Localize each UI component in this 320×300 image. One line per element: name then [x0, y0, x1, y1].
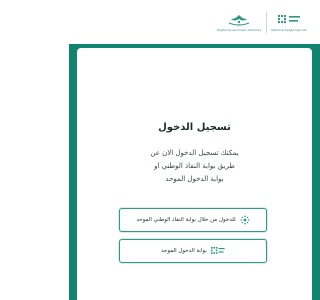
nafath-dots-icon: [240, 215, 250, 225]
government-logo: Digital Government Authority: [217, 13, 261, 32]
page-title: تسجيل الدخول: [158, 122, 231, 133]
sso-button-label: بوابة الدخول الموحد: [161, 248, 207, 254]
login-description: يمكنك تسجيل الدخول الان عن طريق بوابة ال…: [69, 147, 320, 186]
description-line: طريق بوابة النفاذ الوطني او: [154, 162, 235, 170]
sso-grid-icon: [210, 247, 225, 255]
description-line: يمكنك تسجيل الدخول الان عن: [150, 149, 239, 157]
nafath-login-button[interactable]: للدخول من خلال بوابة النفاذ الوطني الموح…: [119, 208, 267, 232]
sso-logo: National Single Sign-On: [271, 13, 307, 32]
sso-login-button[interactable]: بوابة الدخول الموحد: [119, 239, 267, 263]
government-emblem-icon: [228, 14, 250, 26]
top-header: Digital Government Authority National Si…: [69, 0, 320, 44]
logo-divider: [265, 11, 267, 33]
description-line: بوابة الدخول الموحد: [165, 175, 224, 183]
nafath-button-label: للدخول من خلال بوابة النفاذ الوطني الموح…: [136, 217, 236, 223]
sso-logo-caption: National Single Sign-On: [271, 27, 307, 32]
government-logo-caption: Digital Government Authority: [217, 27, 262, 32]
header-logos: Digital Government Authority National Si…: [217, 8, 307, 36]
sso-logo-icon: [278, 14, 301, 23]
